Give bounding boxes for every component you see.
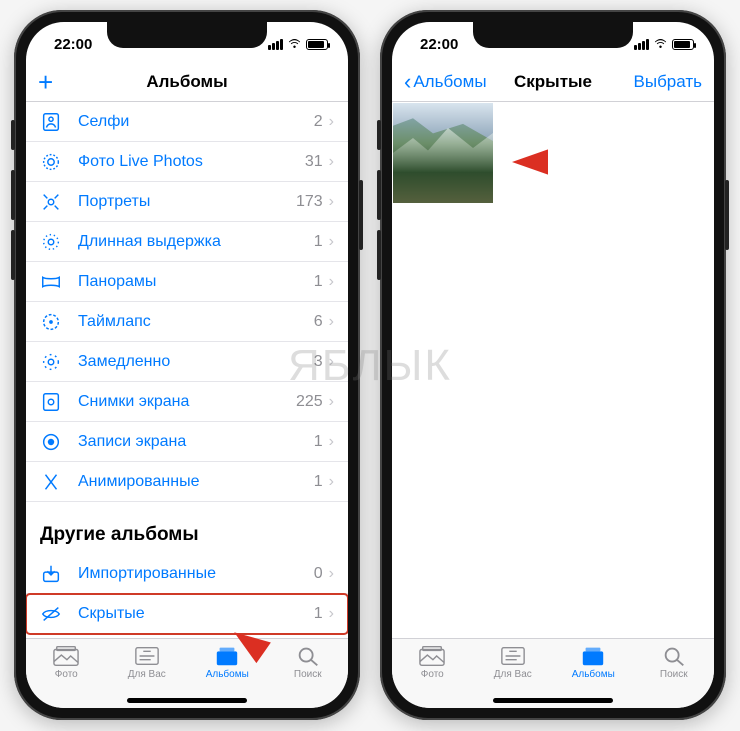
album-count: 0 — [314, 565, 323, 583]
chevron-right-icon: › — [329, 565, 334, 583]
chevron-right-icon: › — [329, 605, 334, 623]
album-count: 1 — [314, 433, 323, 451]
timelapse-icon — [40, 311, 62, 333]
album-row-pano[interactable]: Панорамы1 › — [26, 262, 348, 302]
album-count: 1 — [314, 473, 323, 491]
album-count: 225 — [296, 393, 323, 411]
phone-right: 22:00 ‹ Альбомы Скрытые Выбрать — [380, 10, 726, 720]
album-count: 6 — [314, 313, 323, 331]
battery-icon — [306, 39, 328, 50]
album-label: Фото Live Photos — [78, 153, 305, 171]
slomo-icon — [40, 351, 62, 373]
tab-photos[interactable]: Фото — [31, 645, 101, 708]
tab-search[interactable]: Поиск — [639, 645, 709, 708]
album-label: Портреты — [78, 193, 296, 211]
album-row-live[interactable]: Фото Live Photos31 › — [26, 142, 348, 182]
album-label: Снимки экрана — [78, 393, 296, 411]
screenshot-icon — [40, 391, 62, 413]
live-icon — [40, 151, 62, 173]
hidden-icon — [40, 603, 62, 625]
status-time: 22:00 — [54, 36, 92, 53]
album-label: Импортированные — [78, 565, 314, 583]
back-button[interactable]: ‹ Альбомы — [404, 69, 494, 95]
album-count: 1 — [314, 273, 323, 291]
tab-label: Альбомы — [572, 669, 615, 680]
album-row-animated[interactable]: Анимированные1 › — [26, 462, 348, 502]
album-count: 3 — [314, 353, 323, 371]
album-label: Скрытые — [78, 605, 314, 623]
tab-search[interactable]: Поиск — [273, 645, 343, 708]
album-label: Длинная выдержка — [78, 233, 314, 251]
album-label: Таймлапс — [78, 313, 314, 331]
album-label: Анимированные — [78, 473, 314, 491]
tab-label: Поиск — [660, 669, 688, 680]
album-row-timelapse[interactable]: Таймлапс6 › — [26, 302, 348, 342]
chevron-right-icon: › — [329, 353, 334, 371]
page-title: Альбомы — [128, 72, 246, 92]
album-row-portrait[interactable]: Портреты173 › — [26, 182, 348, 222]
home-indicator[interactable] — [493, 698, 613, 703]
back-label: Альбомы — [413, 72, 486, 92]
album-label: Записи экрана — [78, 433, 314, 451]
album-row-import[interactable]: Импортированные0 › — [26, 554, 348, 594]
select-button[interactable]: Выбрать — [634, 72, 702, 92]
photo-thumbnail[interactable] — [393, 103, 493, 203]
nav-bar: + Альбомы — [26, 62, 348, 102]
tab-label: Фото — [55, 669, 78, 680]
notch — [473, 22, 633, 48]
album-row-screenrec[interactable]: Записи экрана1 › — [26, 422, 348, 462]
tab-photos[interactable]: Фото — [397, 645, 467, 708]
notch — [107, 22, 267, 48]
album-count: 31 — [305, 153, 323, 171]
chevron-right-icon: › — [329, 433, 334, 451]
import-icon — [40, 563, 62, 585]
battery-icon — [672, 39, 694, 50]
page-title: Скрытые — [494, 72, 612, 92]
tab-label: Для Вас — [128, 669, 166, 680]
section-other-albums: Другие альбомы — [26, 502, 348, 554]
animated-icon — [40, 471, 62, 493]
album-label: Замедленно — [78, 353, 314, 371]
tab-label: Альбомы — [206, 669, 249, 680]
annotation-arrow — [512, 142, 602, 182]
selfie-icon — [40, 111, 62, 133]
cellular-icon — [634, 39, 649, 50]
wifi-icon — [287, 36, 302, 53]
chevron-right-icon: › — [329, 193, 334, 211]
chevron-right-icon: › — [329, 273, 334, 291]
tab-label: Поиск — [294, 669, 322, 680]
album-row-trash[interactable]: Недавно удаленные465› — [26, 634, 348, 638]
album-count: 2 — [314, 113, 323, 131]
album-count: 173 — [296, 193, 323, 211]
album-count: 1 — [314, 233, 323, 251]
album-count: 1 — [314, 605, 323, 623]
add-button[interactable]: + — [38, 69, 53, 95]
status-time: 22:00 — [420, 36, 458, 53]
album-label: Панорамы — [78, 273, 314, 291]
album-row-slomo[interactable]: Замедленно3 › — [26, 342, 348, 382]
album-row-longexp[interactable]: Длинная выдержка1 › — [26, 222, 348, 262]
chevron-right-icon: › — [329, 473, 334, 491]
chevron-right-icon: › — [329, 313, 334, 331]
chevron-right-icon: › — [329, 113, 334, 131]
wifi-icon — [653, 36, 668, 53]
phone-left: 22:00 + Альбомы Селфи2›Фото Live Photos3… — [14, 10, 360, 720]
portrait-icon — [40, 191, 62, 213]
album-row-selfie[interactable]: Селфи2 › — [26, 102, 348, 142]
album-row-screenshot[interactable]: Снимки экрана225 › — [26, 382, 348, 422]
album-label: Селфи — [78, 113, 314, 131]
album-row-hidden[interactable]: Скрытые1 › — [26, 594, 348, 634]
screenrec-icon — [40, 431, 62, 453]
pano-icon — [40, 271, 62, 293]
tab-label: Для Вас — [494, 669, 532, 680]
longexp-icon — [40, 231, 62, 253]
tab-label: Фото — [421, 669, 444, 680]
chevron-right-icon: › — [329, 393, 334, 411]
cellular-icon — [268, 39, 283, 50]
nav-bar: ‹ Альбомы Скрытые Выбрать — [392, 62, 714, 102]
chevron-right-icon: › — [329, 153, 334, 171]
home-indicator[interactable] — [127, 698, 247, 703]
chevron-right-icon: › — [329, 233, 334, 251]
chevron-left-icon: ‹ — [404, 69, 411, 95]
